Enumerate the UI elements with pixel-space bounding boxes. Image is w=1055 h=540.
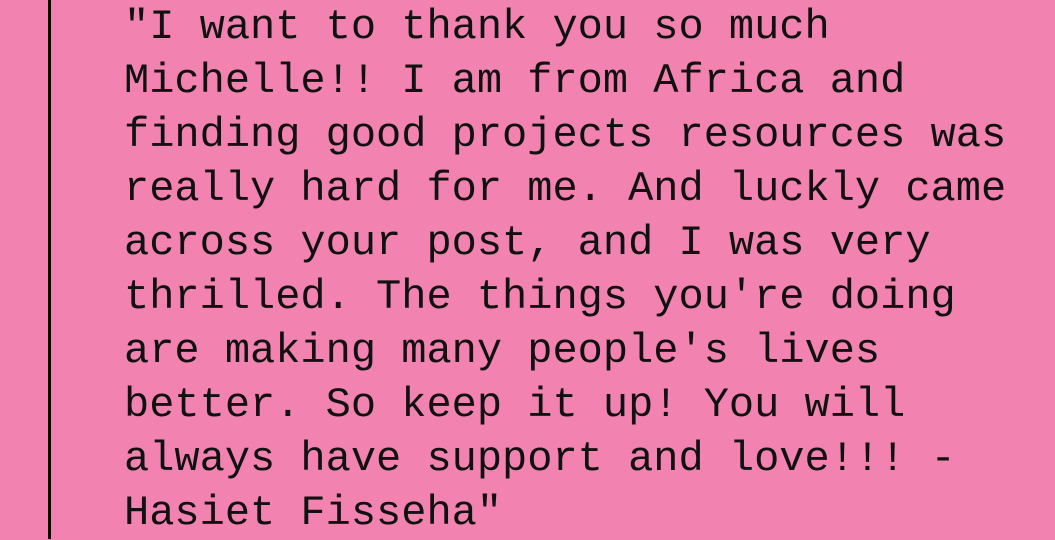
testimonial-quote: "I want to thank you so much Michelle!! I… [124, 0, 1006, 540]
quote-line: better. So keep it up! You will [124, 381, 906, 429]
quote-line: Hasiet Fisseha" [124, 489, 503, 537]
quote-line: really hard for me. And luckly came [124, 165, 1007, 213]
quote-line: finding good projects resources was [124, 111, 1007, 159]
quote-line: Michelle!! I am from Africa and [124, 57, 906, 105]
quote-line: across your post, and I was very [124, 219, 931, 267]
blockquote-border [48, 0, 51, 539]
quote-line: "I want to thank you so much [124, 3, 830, 51]
quote-line: thrilled. The things you're doing [124, 273, 956, 321]
quote-line: always have support and love!!! - [124, 435, 956, 483]
quote-line: are making many people's lives [124, 327, 881, 375]
